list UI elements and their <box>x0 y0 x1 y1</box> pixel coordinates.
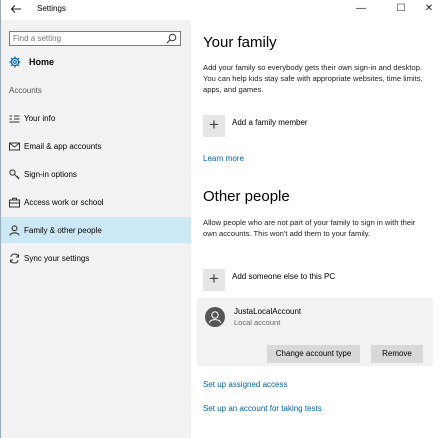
main-content: Your family Add your family so everybody… <box>191 20 440 438</box>
sidebar-item-label: Family & other people <box>24 226 102 235</box>
sidebar-item-label: Sign-in options <box>24 170 77 179</box>
sidebar-item-label: Access work or school <box>24 198 104 207</box>
minimize-button[interactable]: — <box>351 2 371 16</box>
sidebar-item-email[interactable]: Email & app accounts <box>1 133 191 159</box>
account-name: JustaLocalAccount <box>234 307 302 316</box>
sidebar-item-sign-in[interactable]: Sign-in options <box>1 161 191 187</box>
learn-more-link[interactable]: Learn more <box>203 154 244 163</box>
sidebar-item-sync[interactable]: Sync your settings <box>1 245 191 271</box>
sidebar-item-family[interactable]: Family & other people <box>1 217 191 243</box>
back-arrow-icon[interactable] <box>10 3 22 15</box>
remove-button[interactable]: Remove <box>371 345 423 363</box>
family-heading: Your family <box>203 34 277 51</box>
search-input[interactable] <box>13 33 163 44</box>
plus-icon: + <box>203 269 225 291</box>
person-icon <box>9 225 20 236</box>
add-family-member-button[interactable]: + Add a family member <box>203 115 433 141</box>
sidebar: Home Accounts Your info Email & app acco… <box>1 20 191 438</box>
assigned-access-link[interactable]: Set up assigned access <box>203 380 288 389</box>
sync-icon <box>10 253 19 264</box>
change-account-type-button[interactable]: Change account type <box>267 345 360 363</box>
accounts-section-label: Accounts <box>9 86 42 95</box>
window-title: Settings <box>37 4 66 13</box>
account-card[interactable]: JustaLocalAccount Local account Change a… <box>197 298 433 366</box>
close-button[interactable]: ✕ <box>419 2 439 16</box>
other-people-description: Allow people who are not part of your fa… <box>203 218 416 238</box>
account-type: Local account <box>234 318 281 327</box>
maximize-button[interactable]: ☐ <box>391 2 411 16</box>
taking-tests-link[interactable]: Set up an account for taking tests <box>203 404 322 413</box>
title-bar: Settings — ☐ ✕ <box>1 0 440 20</box>
plus-icon: + <box>203 115 225 137</box>
add-family-member-label: Add a family member <box>232 118 308 127</box>
add-someone-label: Add someone else to this PC <box>232 272 336 281</box>
your-info-icon <box>9 115 20 123</box>
settings-window: Settings — ☐ ✕ Home Accounts Your <box>0 0 440 438</box>
home-nav-item[interactable]: Home <box>9 54 184 70</box>
sidebar-item-work-school[interactable]: Access work or school <box>1 189 191 215</box>
family-description: Add your family so everybody gets their … <box>203 63 423 94</box>
briefcase-icon <box>9 197 20 208</box>
search-box[interactable] <box>9 31 181 46</box>
sidebar-item-label: Email & app accounts <box>24 142 102 151</box>
avatar-icon <box>205 307 225 327</box>
add-someone-button[interactable]: + Add someone else to this PC <box>203 269 433 295</box>
other-people-heading: Other people <box>203 188 290 205</box>
sidebar-item-label: Your info <box>24 114 56 123</box>
email-icon <box>9 142 20 151</box>
key-icon <box>9 169 20 180</box>
gear-icon <box>9 56 21 68</box>
home-label: Home <box>29 57 55 67</box>
sidebar-item-your-info[interactable]: Your info <box>1 105 191 131</box>
search-icon[interactable] <box>166 33 177 44</box>
sidebar-item-label: Sync your settings <box>24 254 90 263</box>
